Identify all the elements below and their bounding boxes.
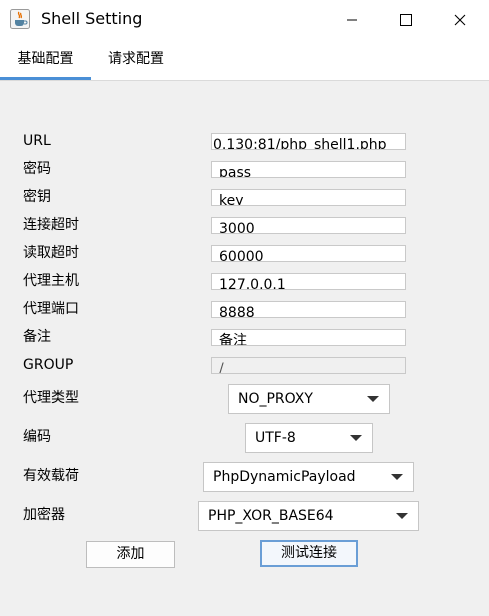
proxy-host-label: 代理主机 xyxy=(23,273,79,289)
chevron-down-icon xyxy=(367,396,379,402)
proxy-type-label: 代理类型 xyxy=(23,390,79,406)
password-field[interactable]: pass xyxy=(211,161,406,178)
read-timeout-label: 读取超时 xyxy=(23,245,79,261)
group-label: GROUP xyxy=(23,357,74,373)
cryption-value: PHP_XOR_BASE64 xyxy=(208,508,334,524)
remark-label: 备注 xyxy=(23,329,51,345)
key-label: 密钥 xyxy=(23,189,51,205)
add-button[interactable]: 添加 xyxy=(86,541,175,568)
url-field[interactable]: 0.130:81/php_shell1.php xyxy=(211,133,406,150)
encoding-value: UTF-8 xyxy=(255,430,296,446)
test-connection-button[interactable]: 测试连接 xyxy=(260,540,358,567)
maximize-icon xyxy=(400,13,412,26)
minimize-button[interactable] xyxy=(325,0,379,39)
chevron-down-icon xyxy=(350,435,362,441)
tab-basic-config[interactable]: 基础配置 xyxy=(0,39,91,80)
maximize-button[interactable] xyxy=(379,0,433,39)
cryption-select[interactable]: PHP_XOR_BASE64 xyxy=(198,501,419,531)
payload-select[interactable]: PhpDynamicPayload xyxy=(203,462,414,492)
cryption-label: 加密器 xyxy=(23,507,65,523)
java-cup-icon xyxy=(10,9,30,29)
close-button[interactable] xyxy=(433,0,487,39)
payload-value: PhpDynamicPayload xyxy=(213,469,356,485)
read-timeout-field[interactable]: 60000 xyxy=(211,245,406,262)
connect-timeout-field[interactable]: 3000 xyxy=(211,217,406,234)
encoding-select[interactable]: UTF-8 xyxy=(245,423,373,453)
window-title: Shell Setting xyxy=(41,9,143,28)
chevron-down-icon xyxy=(396,513,408,519)
tab-bar: 基础配置 请求配置 xyxy=(0,39,489,81)
close-icon xyxy=(454,14,466,25)
remark-field[interactable]: 备注 xyxy=(211,329,406,346)
url-label: URL xyxy=(23,133,51,149)
proxy-port-field[interactable]: 8888 xyxy=(211,301,406,318)
group-field: / xyxy=(211,357,406,374)
connect-timeout-label: 连接超时 xyxy=(23,217,79,233)
key-field[interactable]: key xyxy=(211,189,406,206)
encoding-label: 编码 xyxy=(23,429,51,445)
proxy-host-field[interactable]: 127.0.0.1 xyxy=(211,273,406,290)
proxy-type-select[interactable]: NO_PROXY xyxy=(228,384,390,414)
tab-request-config[interactable]: 请求配置 xyxy=(96,39,176,80)
chevron-down-icon xyxy=(391,474,403,480)
proxy-type-value: NO_PROXY xyxy=(238,391,313,407)
minimize-icon xyxy=(347,19,357,20)
title-bar[interactable]: Shell Setting xyxy=(0,0,489,39)
payload-label: 有效载荷 xyxy=(23,468,79,484)
password-label: 密码 xyxy=(23,161,51,177)
proxy-port-label: 代理端口 xyxy=(23,301,79,317)
